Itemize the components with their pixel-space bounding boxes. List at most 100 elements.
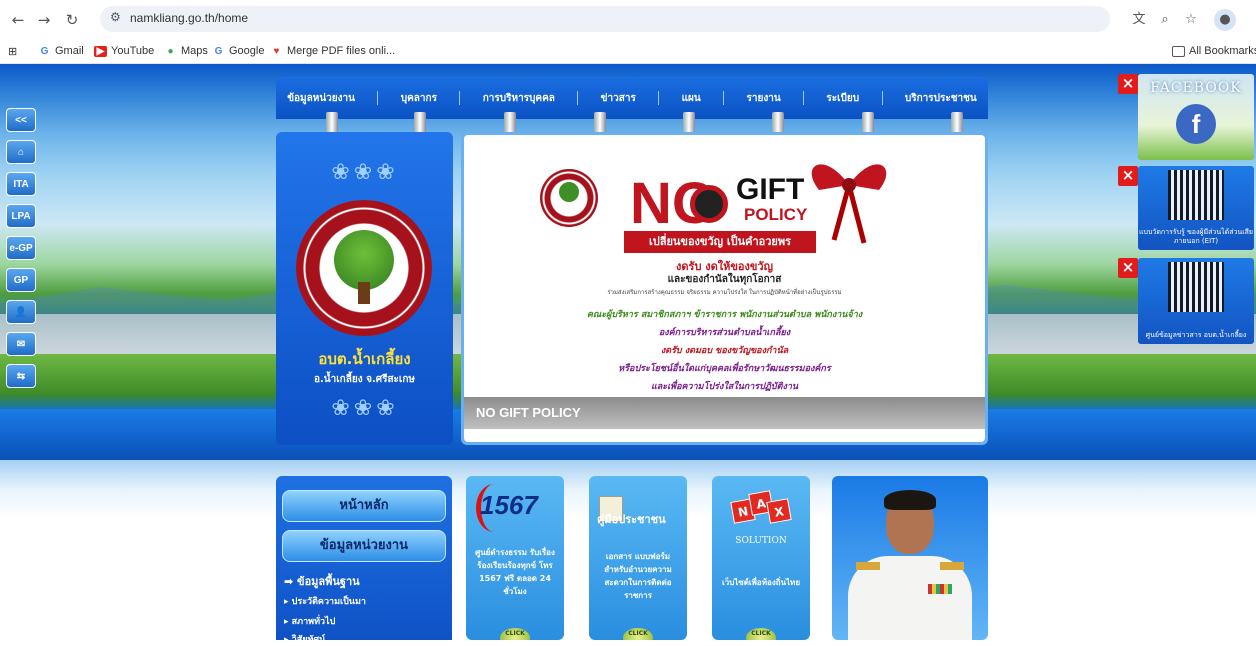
- medal-icon: [928, 584, 952, 594]
- menu-item-regulation[interactable]: ระเบียบ: [826, 91, 859, 106]
- solution-label: SOLUTION: [735, 536, 787, 546]
- facebook-icon: f: [1176, 104, 1216, 144]
- arrow-right-icon: ➡: [284, 575, 298, 588]
- bookmark-google[interactable]: G Google: [212, 45, 265, 57]
- history-link[interactable]: ▸ ประวัติความเป็นมา: [284, 594, 366, 608]
- bookmark-merge-pdf[interactable]: ♥ Merge PDF files onli...: [270, 45, 396, 57]
- banner-ribbon: เปลี่ยนของขวัญ เป็นคำอวยพร: [624, 231, 816, 253]
- main-menu: ข้อมูลหน่วยงาน บุคลากร การบริหารบุคคล ข่…: [276, 77, 988, 119]
- banner-line: งดรับ งดมอบ ของขวัญของกำนัล: [660, 346, 789, 356]
- general-link[interactable]: ▸ สภาพทั่วไป: [284, 614, 335, 628]
- ribbon-bow-icon: [811, 164, 887, 244]
- basic-info-link[interactable]: ➡ ข้อมูลพื้นฐาน: [284, 572, 360, 590]
- nax-solution-card[interactable]: N A X SOLUTION เว็บไซต์เพื่อท้องถิ่นไทย …: [712, 476, 810, 640]
- vision-link[interactable]: ▸ วิสัยทัศน์: [284, 632, 325, 646]
- click-button[interactable]: CLICK: [500, 628, 530, 640]
- no-gift-icon: [690, 185, 728, 223]
- bookmark-maps[interactable]: ● Maps: [164, 45, 207, 57]
- eit-qr-widget[interactable]: แบบวัดการรับรู้ ของผู้มีส่วนได้ส่วนเสียภ…: [1138, 166, 1254, 250]
- user-icon[interactable]: 👤: [6, 300, 36, 324]
- damrongdham-1567-card[interactable]: 1567 ศูนย์ดำรงธรรม รับเรื่องร้องเรียนร้อ…: [466, 476, 564, 640]
- bookmark-gmail[interactable]: G Gmail: [38, 45, 84, 57]
- back-icon[interactable]: ←: [8, 10, 28, 30]
- ornament-icon: ❀❀❀: [331, 396, 399, 421]
- zoom-icon[interactable]: ⌕: [1154, 9, 1176, 31]
- card-text: เว็บไซต์เพื่อท้องถิ่นไทย: [721, 578, 801, 587]
- click-button[interactable]: CLICK: [746, 628, 776, 640]
- exchange-icon[interactable]: ⇆: [6, 364, 36, 388]
- ita-icon[interactable]: ITA: [6, 172, 36, 196]
- menu-item-public-service[interactable]: บริการประชาชน: [905, 91, 977, 106]
- menu-item-unit-info[interactable]: ข้อมูลหน่วยงาน: [287, 91, 355, 106]
- menu-item-plan[interactable]: แผน: [682, 91, 701, 106]
- banner-line: และของกำนัลในทุกโอกาส: [667, 274, 782, 285]
- google-icon: G: [214, 45, 223, 57]
- bookmark-youtube[interactable]: ▶ YouTube: [94, 45, 154, 57]
- all-bookmarks[interactable]: All Bookmarks: [1172, 45, 1256, 57]
- forward-icon[interactable]: →: [34, 10, 54, 30]
- menu-item-hr[interactable]: การบริหารบุคคล: [483, 91, 555, 106]
- collapse-icon[interactable]: <<: [6, 108, 36, 132]
- address-bar[interactable]: ⚙ namkliang.go.th/home: [100, 6, 1110, 32]
- logo-panel: ❀❀❀ อบต.น้ำเกลี้ยง อ.น้ำเกลี้ยง จ.ศรีสะเ…: [276, 132, 453, 445]
- banner-caption: NO GIFT POLICY: [464, 397, 985, 429]
- url-text: namkliang.go.th/home: [130, 11, 249, 25]
- qr-code-icon: [1168, 170, 1224, 220]
- citizen-manual-card[interactable]: คู่มือประชาชน เอกสาร แบบฟอร์ม สำหรับอำนว…: [589, 476, 687, 640]
- org-seal-logo[interactable]: [296, 200, 432, 336]
- youtube-icon: ▶: [94, 45, 107, 57]
- pdf-icon: ♥: [273, 45, 280, 57]
- translate-icon[interactable]: 文: [1128, 9, 1150, 31]
- home-icon[interactable]: ⌂: [6, 140, 36, 164]
- menu-item-news[interactable]: ข่าวสาร: [601, 91, 636, 106]
- letter-x-icon: X: [766, 498, 792, 524]
- menu-item-personnel[interactable]: บุคลากร: [401, 91, 437, 106]
- card-text: เอกสาร แบบฟอร์ม สำหรับอำนวยความสะดวกในกา…: [604, 552, 672, 600]
- close-icon[interactable]: ×: [1118, 166, 1138, 186]
- unit-info-button[interactable]: ข้อมูลหน่วยงาน: [282, 530, 446, 562]
- gp-globe-icon[interactable]: GP: [6, 268, 36, 292]
- close-icon[interactable]: ×: [1118, 74, 1138, 94]
- maps-icon: ●: [167, 45, 174, 57]
- bullet-icon: ▸: [284, 617, 292, 627]
- qr-caption: แบบวัดการรับรู้ ของผู้มีส่วนได้ส่วนเสียภ…: [1139, 228, 1253, 245]
- hotline-number: 1567: [480, 490, 538, 520]
- bullet-icon: ▸: [284, 597, 292, 607]
- lpa-icon[interactable]: LPA: [6, 204, 36, 228]
- executive-photo: [832, 476, 988, 640]
- click-button[interactable]: CLICK: [623, 628, 653, 640]
- egp-icon[interactable]: e-GP: [6, 236, 36, 260]
- left-menu: หน้าหลัก ข้อมูลหน่วยงาน ➡ ข้อมูลพื้นฐาน …: [276, 476, 452, 645]
- card-text: ศูนย์ดำรงธรรม รับเรื่องร้องเรียนร้องทุกข…: [475, 548, 555, 596]
- folder-icon: [1172, 45, 1185, 57]
- org-seal-small: [540, 169, 598, 227]
- home-button[interactable]: หน้าหลัก: [282, 490, 446, 522]
- banner-line: หรือประโยชน์อื่นใดแก่บุคคลเพื่อรักษาวัฒน…: [618, 364, 831, 374]
- qr-caption: ศูนย์ข้อมูลข่าวสาร อบต.น้ำเกลี้ยง: [1145, 331, 1247, 339]
- mail-icon[interactable]: ✉: [6, 332, 36, 356]
- org-subtitle: อ.น้ำเกลี้ยง จ.ศรีสะเกษ: [314, 374, 415, 385]
- banner-line: คณะผู้บริหาร สมาชิกสภาฯ ข้าราชการ พนักงา…: [586, 310, 863, 320]
- google-icon: G: [40, 45, 49, 57]
- browser-toolbar: ← → ↻ ⚙ namkliang.go.th/home 文 ⌕ ☆ ●: [0, 0, 1256, 40]
- bookmarks-bar: ⊞ G Gmail ▶ YouTube ● Maps G Google ♥ Merge P…: [0, 40, 1256, 64]
- card-title: คู่มือประชาชน: [597, 513, 666, 526]
- left-quick-icons: << ⌂ ITA LPA e-GP GP 👤 ✉ ⇆: [6, 108, 40, 396]
- banner-line: และเพื่อความโปร่งใสในการปฏิบัติงาน: [650, 382, 799, 392]
- no-gift-banner[interactable]: NO GIFT POLICY เปลี่ยนของขวัญ เป็นคำอวยพ…: [461, 132, 988, 445]
- reload-icon[interactable]: ↻: [62, 10, 82, 30]
- org-name: อบต.น้ำเกลี้ยง: [318, 350, 411, 368]
- profile-avatar[interactable]: ●: [1214, 9, 1236, 31]
- facebook-widget[interactable]: FACEBOOK f: [1138, 74, 1254, 160]
- bullet-icon: ▸: [284, 635, 292, 645]
- site-info-icon[interactable]: ⚙: [110, 10, 121, 24]
- star-icon[interactable]: ☆: [1180, 9, 1202, 31]
- ornament-icon: ❀❀❀: [331, 160, 399, 185]
- apps-icon[interactable]: ⊞: [8, 45, 17, 58]
- menu-item-report[interactable]: รายงาน: [746, 91, 780, 106]
- info-center-qr-widget[interactable]: ศูนย์ข้อมูลข่าวสาร อบต.น้ำเกลี้ยง: [1138, 258, 1254, 344]
- banner-line: ร่วมส่งเสริมการสร้างคุณธรรม จริยธรรม ควา…: [607, 289, 842, 296]
- qr-code-icon: [1168, 262, 1224, 312]
- close-icon[interactable]: ×: [1118, 258, 1138, 278]
- banner-line: องค์การบริหารส่วนตำบลน้ำเกลี้ยง: [658, 328, 791, 338]
